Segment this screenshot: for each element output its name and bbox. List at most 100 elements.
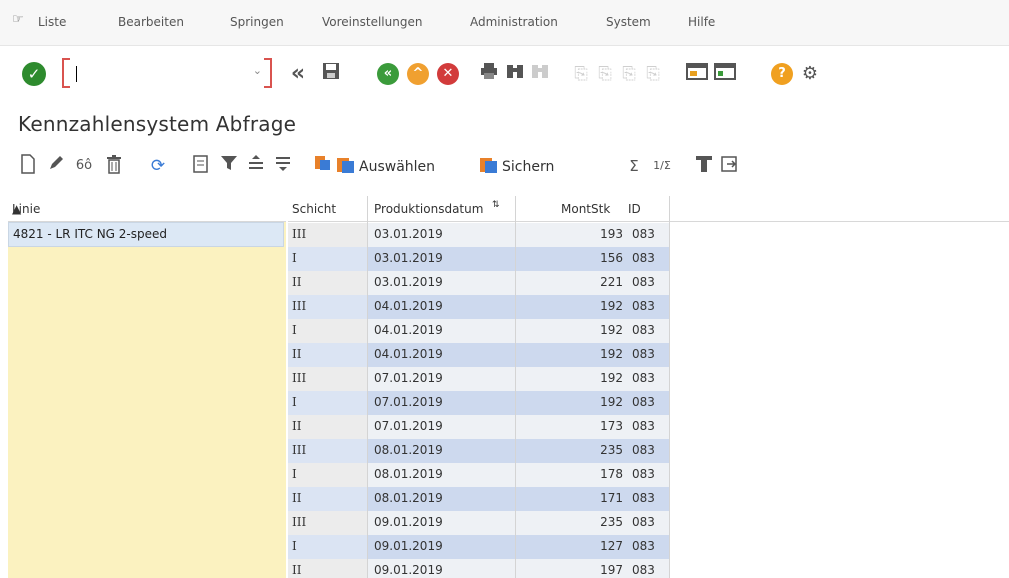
montstk-cell[interactable]: 192: [508, 323, 623, 337]
details-icon[interactable]: [189, 154, 213, 178]
menu-bearbeiten[interactable]: Bearbeiten: [118, 15, 184, 29]
table-row[interactable]: II 07.01.2019 173 083: [288, 415, 670, 439]
produktionsdatum-cell[interactable]: 09.01.2019: [374, 563, 443, 577]
table-row[interactable]: II 08.01.2019 171 083: [288, 487, 670, 511]
id-cell[interactable]: 083: [632, 515, 655, 529]
exit-icon[interactable]: ^: [407, 63, 429, 85]
schicht-cell[interactable]: I: [292, 323, 297, 337]
menu-administration[interactable]: Administration: [470, 15, 558, 29]
column-header-schicht[interactable]: Schicht: [292, 202, 336, 216]
schicht-cell[interactable]: I: [292, 395, 297, 409]
linie-cell[interactable]: 4821 - LR ITC NG 2-speed: [8, 222, 284, 247]
chevron-down-icon[interactable]: ⌄: [253, 64, 262, 77]
schicht-cell[interactable]: III: [292, 227, 306, 241]
montstk-cell[interactable]: 192: [508, 347, 623, 361]
schicht-cell[interactable]: I: [292, 251, 297, 265]
prev-page-icon[interactable]: ⎘: [592, 61, 618, 87]
sort-asc-icon[interactable]: [244, 154, 268, 178]
column-header-id[interactable]: ID: [628, 202, 641, 216]
table-row[interactable]: III 04.01.2019 192 083: [288, 295, 670, 319]
id-cell[interactable]: 083: [632, 275, 655, 289]
id-cell[interactable]: 083: [632, 563, 655, 577]
produktionsdatum-cell[interactable]: 08.01.2019: [374, 443, 443, 457]
back-double-icon[interactable]: «: [285, 61, 311, 87]
layout-icon[interactable]: [311, 154, 335, 178]
montstk-cell[interactable]: 156: [508, 251, 623, 265]
id-cell[interactable]: 083: [632, 323, 655, 337]
schicht-cell[interactable]: II: [292, 347, 301, 361]
schicht-cell[interactable]: III: [292, 515, 306, 529]
help-icon[interactable]: ?: [771, 63, 793, 85]
produktionsdatum-cell[interactable]: 03.01.2019: [374, 251, 443, 265]
display-icon[interactable]: 6ô: [72, 154, 96, 178]
montstk-cell[interactable]: 193: [508, 227, 623, 241]
montstk-cell[interactable]: 192: [508, 299, 623, 313]
id-cell[interactable]: 083: [632, 251, 655, 265]
produktionsdatum-cell[interactable]: 04.01.2019: [374, 299, 443, 313]
edit-icon[interactable]: [44, 154, 68, 178]
find-icon[interactable]: [502, 61, 528, 87]
montstk-cell[interactable]: 197: [508, 563, 623, 577]
montstk-cell[interactable]: 192: [508, 371, 623, 385]
table-row[interactable]: II 04.01.2019 192 083: [288, 343, 670, 367]
montstk-cell[interactable]: 235: [508, 443, 623, 457]
print-icon[interactable]: [476, 61, 502, 87]
refresh-icon[interactable]: ⟳: [146, 154, 170, 178]
schicht-cell[interactable]: II: [292, 563, 301, 577]
menu-hilfe[interactable]: Hilfe: [688, 15, 715, 29]
schicht-cell[interactable]: II: [292, 491, 301, 505]
produktionsdatum-cell[interactable]: 07.01.2019: [374, 419, 443, 433]
column-header-montstk[interactable]: MontStk: [561, 202, 610, 216]
produktionsdatum-cell[interactable]: 08.01.2019: [374, 467, 443, 481]
montstk-cell[interactable]: 235: [508, 515, 623, 529]
montstk-cell[interactable]: 173: [508, 419, 623, 433]
sum-icon[interactable]: Σ: [622, 154, 646, 178]
id-cell[interactable]: 083: [632, 539, 655, 553]
first-page-icon[interactable]: ⎘: [568, 61, 594, 87]
ok-icon[interactable]: ✓: [22, 62, 46, 86]
produktionsdatum-cell[interactable]: 07.01.2019: [374, 395, 443, 409]
save-layout-button[interactable]: Sichern: [480, 156, 554, 178]
produktionsdatum-cell[interactable]: 04.01.2019: [374, 323, 443, 337]
table-row[interactable]: I 08.01.2019 178 083: [288, 463, 670, 487]
table-row[interactable]: III 03.01.2019 193 083: [288, 223, 670, 247]
table-row[interactable]: III 09.01.2019 235 083: [288, 511, 670, 535]
id-cell[interactable]: 083: [632, 227, 655, 241]
montstk-cell[interactable]: 221: [508, 275, 623, 289]
schicht-cell[interactable]: III: [292, 299, 306, 313]
command-field[interactable]: ⌄: [62, 58, 272, 88]
schicht-cell[interactable]: II: [292, 275, 301, 289]
id-cell[interactable]: 083: [632, 419, 655, 433]
id-cell[interactable]: 083: [632, 467, 655, 481]
column-header-linie[interactable]: Linie ▲: [8, 196, 286, 222]
select-layout-button[interactable]: Auswählen: [337, 156, 435, 178]
table-row[interactable]: I 03.01.2019 156 083: [288, 247, 670, 271]
table-row[interactable]: I 07.01.2019 192 083: [288, 391, 670, 415]
produktionsdatum-cell[interactable]: 07.01.2019: [374, 371, 443, 385]
back-icon[interactable]: «: [377, 63, 399, 85]
menu-icon[interactable]: ☞: [12, 12, 24, 27]
column-header-produktionsdatum[interactable]: Produktionsdatum: [374, 202, 483, 216]
print-preview-icon[interactable]: [692, 154, 716, 178]
id-cell[interactable]: 083: [632, 347, 655, 361]
table-row[interactable]: III 08.01.2019 235 083: [288, 439, 670, 463]
table-row[interactable]: I 09.01.2019 127 083: [288, 535, 670, 559]
menu-system[interactable]: System: [606, 15, 651, 29]
sort-desc-icon[interactable]: [271, 154, 295, 178]
schicht-cell[interactable]: III: [292, 371, 306, 385]
id-cell[interactable]: 083: [632, 491, 655, 505]
produktionsdatum-cell[interactable]: 09.01.2019: [374, 515, 443, 529]
id-cell[interactable]: 083: [632, 371, 655, 385]
id-cell[interactable]: 083: [632, 443, 655, 457]
table-row[interactable]: I 04.01.2019 192 083: [288, 319, 670, 343]
delete-icon[interactable]: [102, 154, 126, 178]
montstk-cell[interactable]: 192: [508, 395, 623, 409]
settings-icon[interactable]: ⚙: [797, 61, 823, 87]
produktionsdatum-cell[interactable]: 03.01.2019: [374, 227, 443, 241]
produktionsdatum-cell[interactable]: 08.01.2019: [374, 491, 443, 505]
shortcut-icon[interactable]: [712, 61, 738, 87]
produktionsdatum-cell[interactable]: 04.01.2019: [374, 347, 443, 361]
new-session-icon[interactable]: [684, 61, 710, 87]
next-page-icon[interactable]: ⎘: [616, 61, 642, 87]
filter-icon[interactable]: [217, 154, 241, 178]
